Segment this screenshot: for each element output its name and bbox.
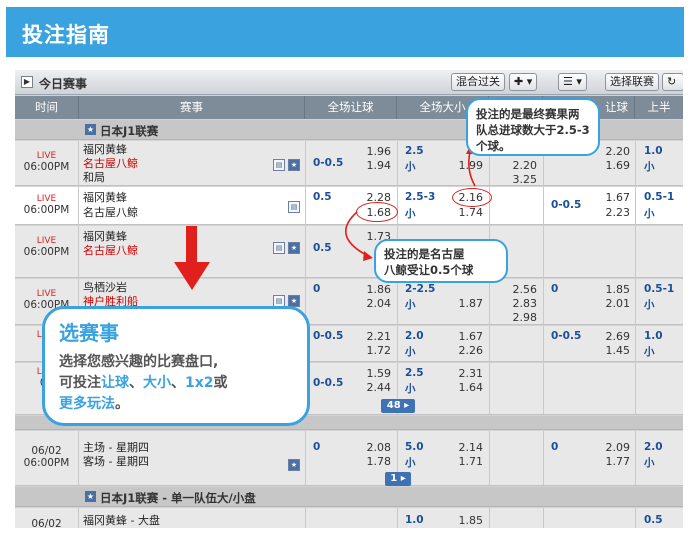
callout-text: 八鲸受让0.5个球 (384, 263, 474, 277)
callout-body: 选择您感兴趣的比赛盘口, 可投注让球、大小、1x2或 更多玩法。 (59, 354, 228, 412)
select-event-callout: 选赛事 选择您感兴趣的比赛盘口, 可投注让球、大小、1x2或 更多玩法。 (42, 306, 310, 426)
handicap-explanation-callout: 投注的是名古屋 八鲸受让0.5个球 (374, 239, 508, 283)
callout-text: 投注的是最终赛果两队总进球数大于2.5-3个球。 (476, 107, 590, 153)
ou-explanation-callout: 投注的是最终赛果两队总进球数大于2.5-3个球。 (466, 98, 600, 156)
annotation-arrows (174, 146, 476, 290)
callout-title: 选赛事 (59, 321, 119, 345)
callout-text: 投注的是名古屋 (384, 247, 465, 261)
